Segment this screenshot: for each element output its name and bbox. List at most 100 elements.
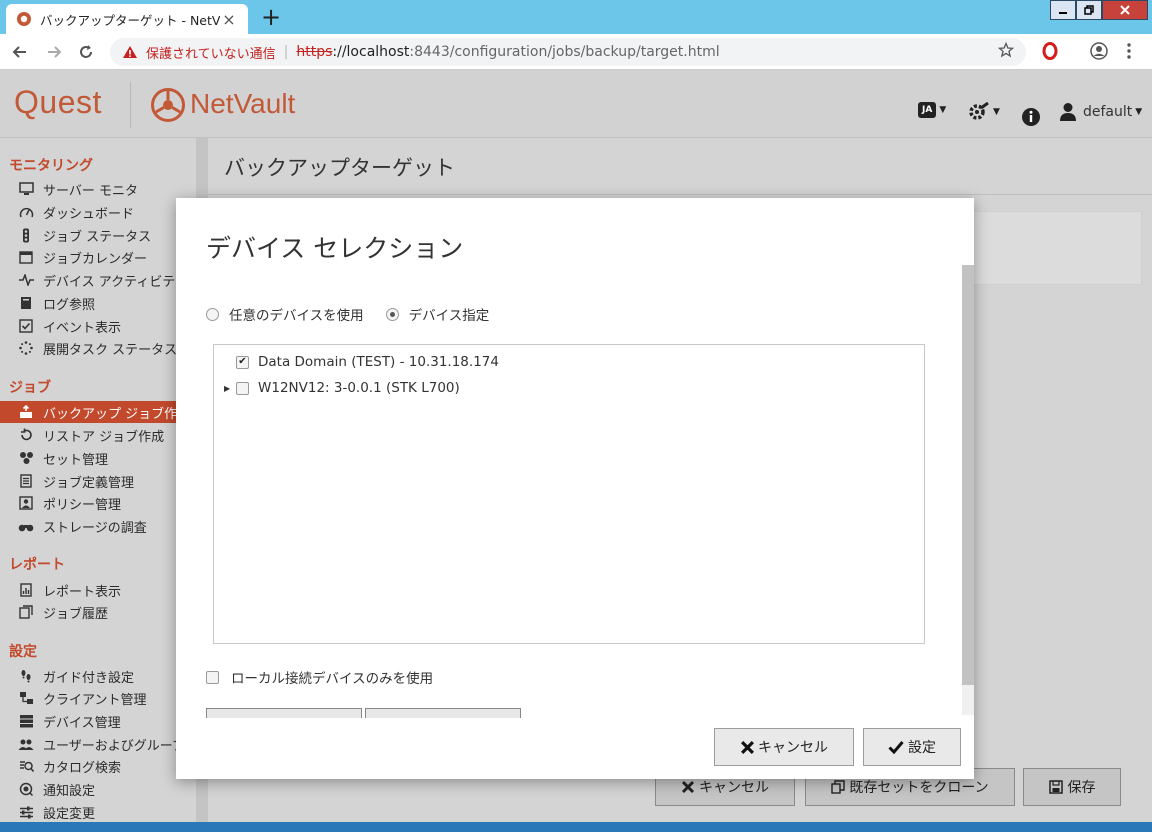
reload-icon[interactable]: [78, 44, 94, 60]
traffic-light-icon: [18, 227, 34, 243]
tools-menu[interactable]: ▼: [968, 102, 1000, 122]
sidebar-item-create-restore-job[interactable]: リストア ジョブ作成: [0, 424, 196, 446]
window-close-button[interactable]: [1102, 0, 1148, 20]
sidebar-item-label: リストア ジョブ作成: [43, 429, 165, 445]
any-device-radio[interactable]: [206, 307, 219, 321]
sidebar-item-label: ジョブ履歴: [43, 606, 109, 622]
sidebar: モニタリング サーバー モニタ ダッシュボード ジョブ ステータス ジョブカレン…: [0, 138, 196, 832]
sidebar-item-manage-job-definitions[interactable]: ジョブ定義管理: [0, 470, 196, 492]
device-tree-item[interactable]: ✔ Data Domain (TEST) - 10.31.18.174: [224, 352, 499, 372]
window-minimize-button[interactable]: [1050, 0, 1076, 20]
device-tree-item[interactable]: ▶ W12NV12: 3-0.0.1 (STK L700): [224, 378, 460, 398]
page-save-label: 保存: [1067, 780, 1096, 796]
sidebar-item-create-backup-job[interactable]: バックアップ ジョブ作成: [0, 401, 196, 423]
sidebar-item-job-calendar[interactable]: ジョブカレンダー: [0, 246, 196, 268]
specify-device-radio-label[interactable]: デバイス指定: [409, 304, 490, 324]
tab-close-icon[interactable]: ×: [220, 10, 238, 29]
sidebar-item-change-settings[interactable]: 設定変更: [0, 801, 196, 823]
sidebar-item-label: デバイス アクティビティ: [43, 274, 188, 290]
browser-tab-bar: バックアップターゲット - NetVault × +: [0, 0, 1152, 34]
security-status-label[interactable]: 保護されていない通信: [146, 43, 276, 62]
expand-triangle-icon[interactable]: ▶: [224, 384, 236, 393]
dashboard-icon: [18, 204, 34, 220]
spinner-icon: [18, 340, 34, 356]
sidebar-item-label: イベント表示: [43, 320, 122, 336]
devices-icon: [18, 713, 34, 729]
bookmark-star-icon[interactable]: [998, 42, 1014, 58]
close-icon: [1120, 5, 1130, 15]
sidebar-item-users-and-groups[interactable]: ユーザーおよびグループ: [0, 733, 196, 755]
restore-icon: [18, 427, 34, 443]
sidebar-item-manage-devices[interactable]: デバイス管理: [0, 710, 196, 732]
language-menu[interactable]: JA ▼: [918, 102, 946, 118]
netvault-logo-text: NetVault: [190, 88, 296, 119]
local-devices-only-checkbox[interactable]: [206, 670, 219, 684]
device-label: Data Domain (TEST) - 10.31.18.174: [258, 354, 499, 370]
sidebar-item-job-history[interactable]: ジョブ履歴: [0, 601, 196, 623]
page-save-button[interactable]: 保存: [1023, 768, 1121, 806]
sidebar-item-server-monitor[interactable]: サーバー モニタ: [0, 178, 196, 200]
activity-icon: [18, 272, 34, 288]
user-name: default: [1083, 104, 1133, 120]
save-disk-icon: [1048, 780, 1063, 794]
window-restore-button[interactable]: [1076, 0, 1102, 20]
sidebar-item-label: ガイド付き設定: [43, 670, 135, 686]
url-scheme: https: [296, 44, 333, 60]
job-definition-icon: [18, 473, 34, 489]
sidebar-item-deployment-task-status[interactable]: 展開タスク ステータス: [0, 337, 196, 359]
clipped-button-right[interactable]: [365, 708, 521, 718]
monitor-icon: [18, 181, 34, 197]
device-checkbox[interactable]: ✔: [236, 355, 249, 369]
clipped-button-left[interactable]: [206, 708, 362, 718]
sidebar-item-dashboard[interactable]: ダッシュボード: [0, 201, 196, 223]
opera-extension-icon[interactable]: [1042, 42, 1058, 60]
netvault-favicon-icon: [17, 12, 31, 26]
sets-icon: [18, 450, 34, 466]
close-icon: [741, 740, 754, 754]
user-icon: [1060, 103, 1076, 121]
sidebar-item-label: 展開タスク ステータス: [43, 342, 178, 358]
dialog-scrollbar-thumb[interactable]: [962, 265, 974, 685]
specify-device-radio[interactable]: [385, 307, 399, 321]
back-arrow-icon[interactable]: [12, 44, 28, 60]
dialog-cancel-button[interactable]: キャンセル: [714, 728, 854, 766]
device-checkbox[interactable]: [236, 381, 249, 395]
info-icon[interactable]: [1021, 107, 1041, 127]
sidebar-item-manage-sets[interactable]: セット管理: [0, 447, 196, 469]
sidebar-item-label: ストレージの調査: [43, 520, 147, 536]
app-header: Quest NetVault JA ▼ ▼ default ▼: [0, 70, 1152, 138]
address-bar[interactable]: 保護されていない通信 | https://localhost:8443/conf…: [110, 38, 1026, 66]
new-tab-button[interactable]: +: [258, 3, 284, 31]
profile-icon[interactable]: [1090, 42, 1108, 60]
any-device-radio-label[interactable]: 任意のデバイスを使用: [229, 304, 364, 324]
sidebar-item-view-events[interactable]: イベント表示: [0, 315, 196, 337]
url-path: :8443/configuration/jobs/backup/target.h…: [409, 44, 720, 60]
sidebar-item-guided-configuration[interactable]: ガイド付き設定: [0, 665, 196, 687]
sidebar-item-explore-storage[interactable]: ストレージの調査: [0, 515, 196, 537]
sidebar-item-manage-clients[interactable]: クライアント管理: [0, 687, 196, 709]
browser-tab[interactable]: バックアップターゲット - NetVault ×: [6, 4, 248, 34]
dialog-set-button[interactable]: 設定: [863, 728, 961, 766]
forward-arrow-icon[interactable]: [46, 44, 62, 60]
sidebar-item-view-logs[interactable]: ログ参照: [0, 292, 196, 314]
sidebar-item-label: ダッシュボード: [43, 206, 135, 222]
menu-dots-icon[interactable]: [1126, 42, 1132, 60]
sidebar-item-catalog-search[interactable]: カタログ検索: [0, 755, 196, 777]
local-devices-only-option[interactable]: ローカル接続デバイスのみを使用: [206, 667, 433, 687]
browser-toolbar: 保護されていない通信 | https://localhost:8443/conf…: [0, 34, 1152, 70]
calendar-icon: [18, 249, 34, 265]
checkmark-icon: [888, 741, 904, 754]
close-icon: [681, 780, 695, 794]
sidebar-item-job-status[interactable]: ジョブ ステータス: [0, 224, 196, 246]
sidebar-item-notification-settings[interactable]: 通知設定: [0, 778, 196, 800]
sidebar-section-jobs: ジョブ: [9, 380, 51, 396]
catalog-search-icon: [18, 758, 34, 774]
sidebar-item-manage-policies[interactable]: ポリシー管理: [0, 492, 196, 514]
sidebar-section-reports: レポート: [9, 557, 65, 573]
sidebar-item-label: ポリシー管理: [43, 497, 122, 513]
sidebar-item-label: クライアント管理: [43, 692, 147, 708]
user-menu[interactable]: default ▼: [1059, 102, 1142, 122]
sidebar-item-device-activity[interactable]: デバイス アクティビティ: [0, 269, 196, 291]
sidebar-item-label: ログ参照: [43, 297, 96, 313]
sidebar-item-view-reports[interactable]: レポート表示: [0, 579, 196, 601]
